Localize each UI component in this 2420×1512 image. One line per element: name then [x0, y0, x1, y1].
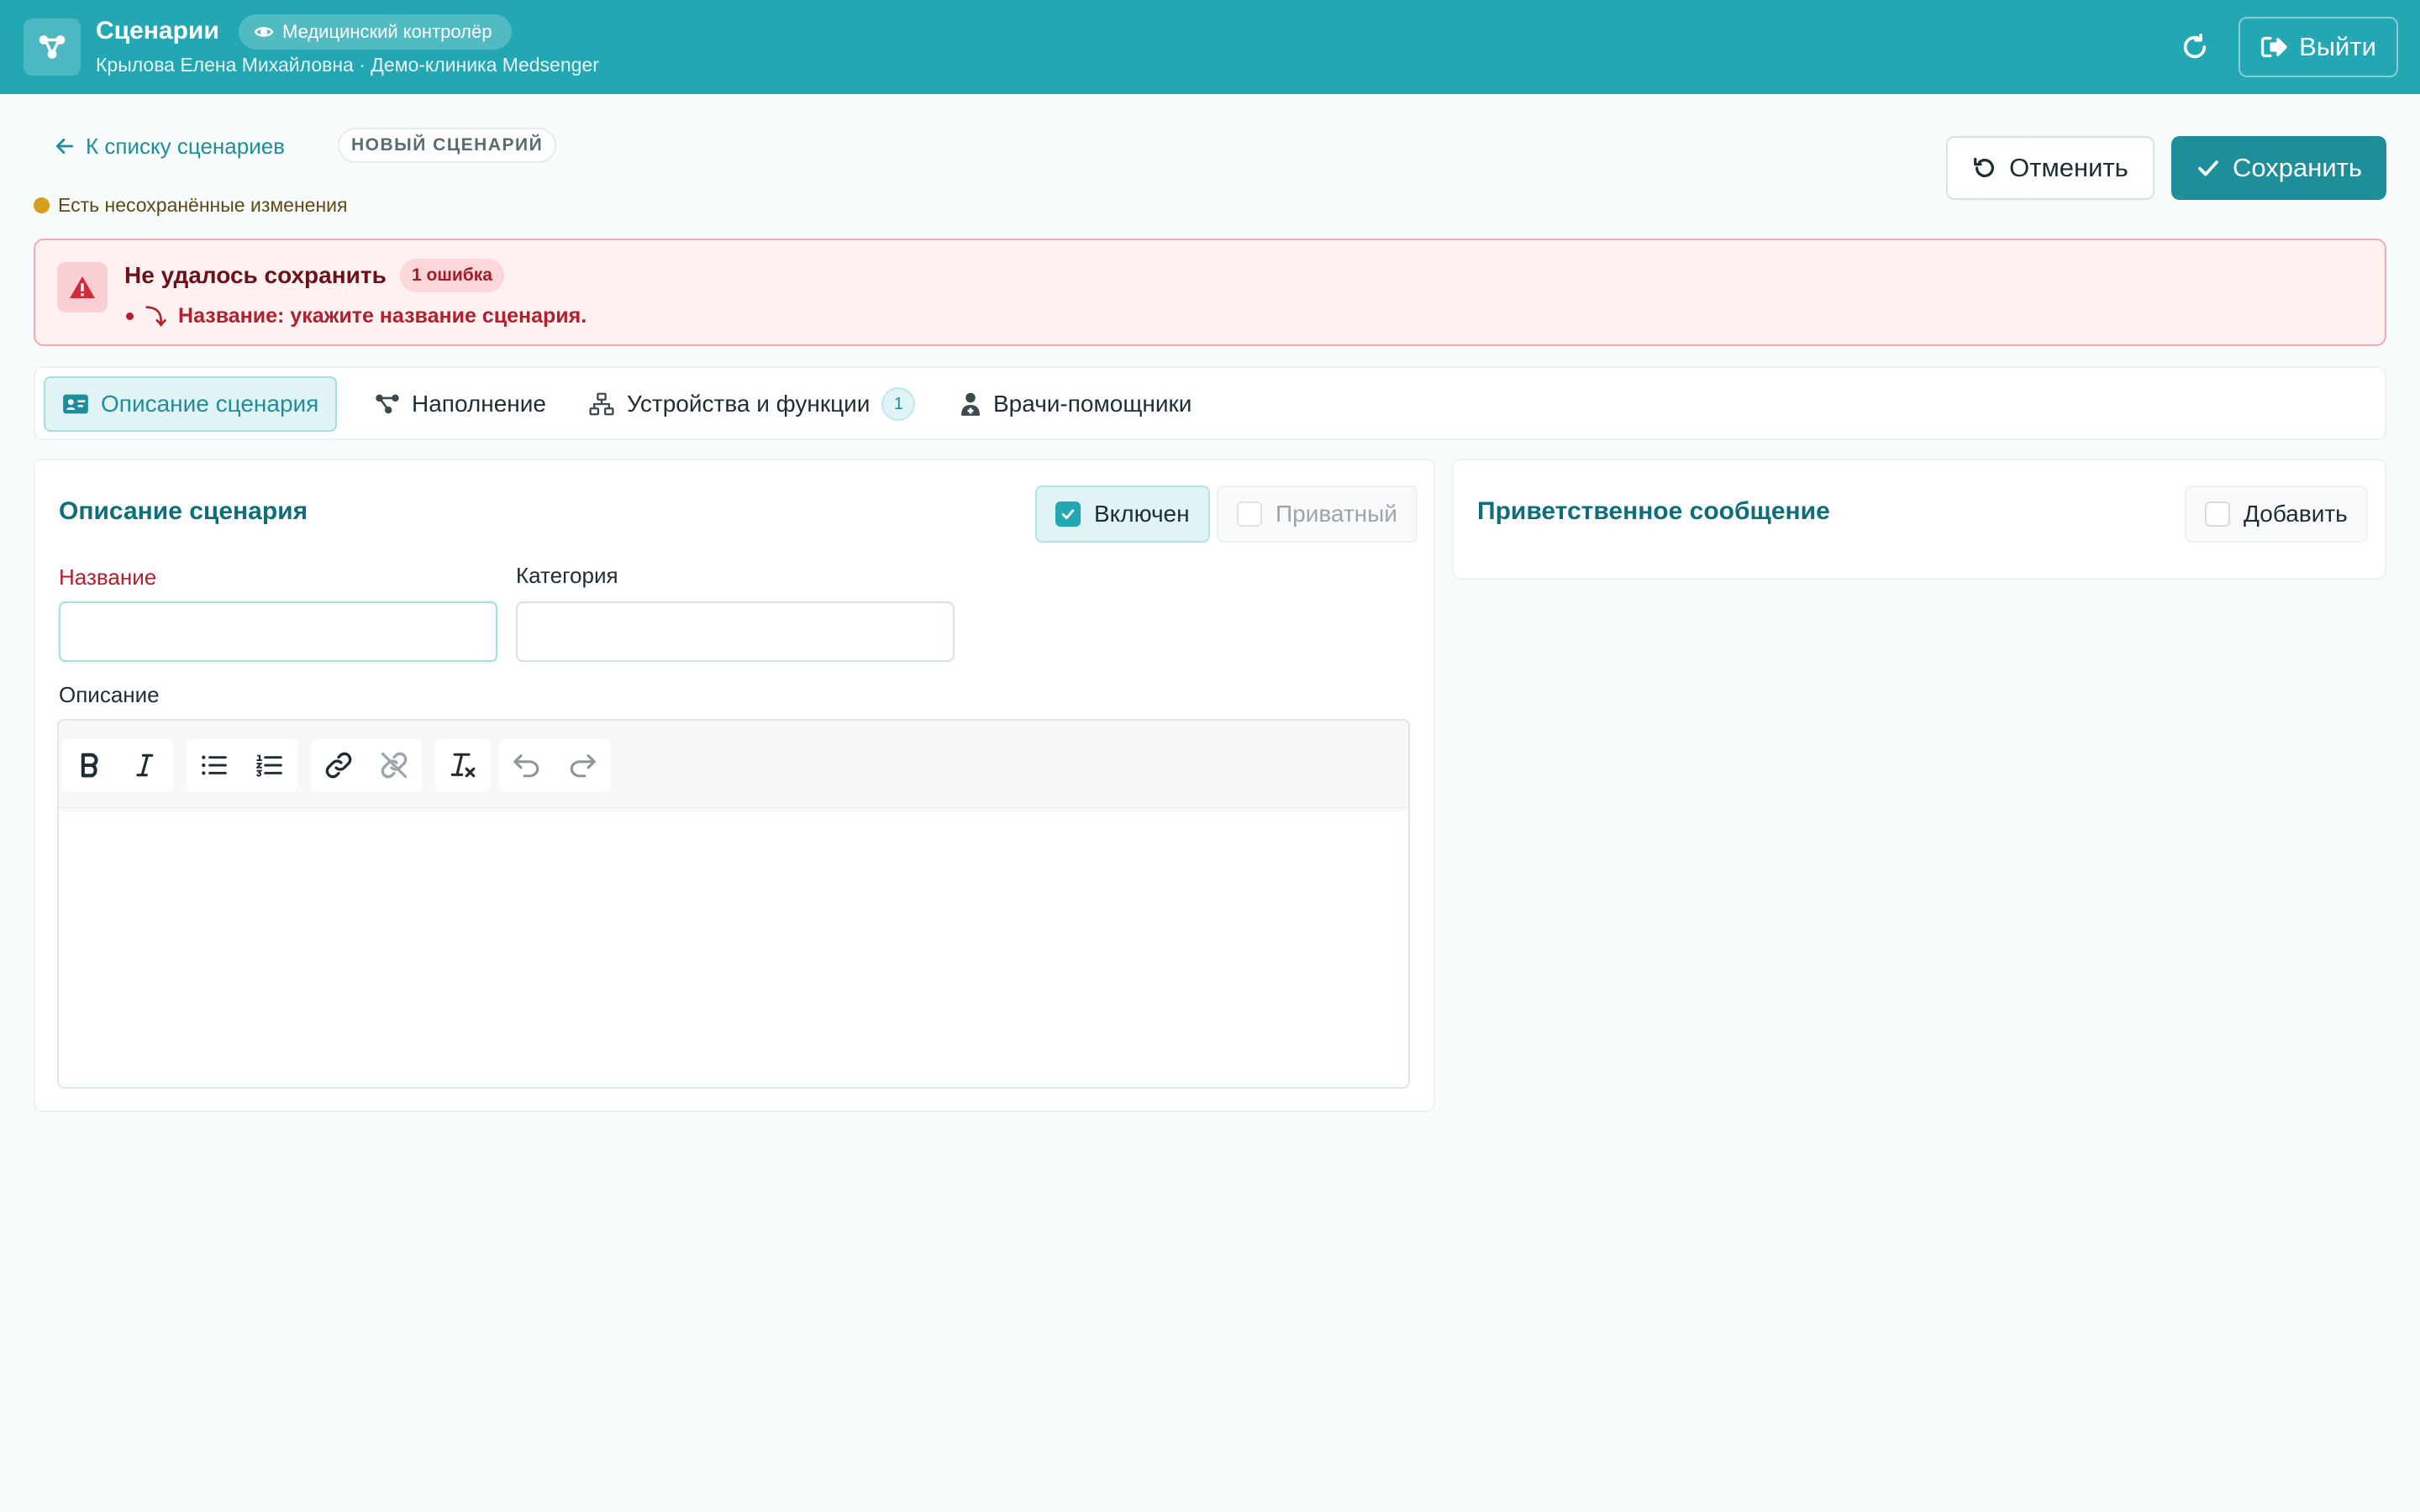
save-button-label: Сохранить [2232, 153, 2363, 182]
enabled-label: Включен [1094, 501, 1190, 527]
bold-button[interactable] [62, 739, 118, 791]
role-badge-label: Медицинский контролёр [282, 21, 492, 42]
tab-devices[interactable]: Устройства и функции 1 [571, 376, 932, 432]
editor-toolbar [59, 721, 1408, 808]
alert-triangle-icon [57, 262, 108, 312]
tab-content-label: Наполнение [412, 391, 546, 417]
editor-content-area[interactable] [59, 808, 1408, 1087]
logout-button[interactable]: Выйти [2238, 17, 2398, 77]
new-scenario-badge: НОВЫЙ СЦЕНАРИЙ [338, 128, 557, 163]
description-field-label: Описание [59, 682, 160, 707]
scenario-tabs: Описание сценария Наполнение Устройства … [34, 366, 2386, 440]
clear-format-button[interactable] [435, 739, 491, 791]
tab-assistant-doctors-label: Врачи-помощники [993, 391, 1192, 417]
private-label: Приватный [1276, 501, 1397, 527]
italic-button[interactable] [118, 739, 173, 791]
save-button[interactable]: Сохранить [2171, 136, 2386, 200]
checkbox-empty-icon [1237, 501, 1262, 527]
scenario-logo-icon[interactable] [24, 18, 81, 76]
role-badge: Медицинский контролёр [239, 14, 513, 50]
top-bar: Сценарии Медицинский контролёр Крылова Е… [0, 0, 2420, 94]
link-button[interactable] [311, 739, 366, 791]
bullet-list-icon [201, 753, 228, 777]
user-clinic-line: Крылова Елена Михайловна · Демо-клиника … [96, 54, 599, 76]
jump-arrow-icon: ⤵ [145, 306, 167, 329]
tab-assistant-doctors[interactable]: Врачи-помощники [943, 376, 1208, 432]
tab-description-label: Описание сценария [101, 391, 319, 417]
toolbar-format-group [62, 739, 173, 791]
doctor-icon [960, 391, 981, 417]
refresh-button[interactable] [2175, 27, 2215, 67]
bullet-icon [126, 312, 134, 320]
checkbox-empty-icon [2205, 501, 2230, 527]
tab-content[interactable]: Наполнение [358, 376, 563, 432]
error-item-text: Название: укажите название сценария. [178, 303, 587, 328]
error-list-item[interactable]: ⤵ Название: укажите название сценария. [126, 301, 587, 331]
redo-arrow-icon [568, 753, 597, 778]
toolbar-history-group [499, 739, 610, 791]
cancel-button-label: Отменить [2009, 153, 2128, 182]
redo-button[interactable] [555, 739, 610, 791]
bold-icon [78, 753, 102, 778]
link-icon [324, 750, 354, 780]
logout-icon [2260, 34, 2289, 60]
italic-icon [134, 753, 156, 778]
error-title: Не удалось сохранить [124, 262, 387, 288]
private-toggle[interactable]: Приватный [1217, 486, 1418, 543]
category-field-label: Категория [516, 563, 618, 588]
warning-dot-icon [34, 197, 50, 213]
toolbar-clear-group [435, 739, 491, 791]
name-field-label: Название [59, 564, 157, 590]
arrow-left-icon [54, 135, 76, 157]
undo-button[interactable] [499, 739, 555, 791]
toolbar-list-group [187, 739, 297, 791]
unlink-button[interactable] [366, 739, 422, 791]
id-card-icon [62, 393, 89, 415]
tab-description[interactable]: Описание сценария [44, 376, 338, 432]
category-input[interactable] [516, 601, 955, 662]
unlink-icon [379, 750, 409, 780]
sitemap-icon [588, 392, 615, 416]
enabled-toggle[interactable]: Включен [1035, 486, 1210, 543]
save-error-banner: Не удалось сохранить 1 ошибка ⤵ Название… [34, 239, 2386, 346]
bullet-list-button[interactable] [187, 739, 242, 791]
add-welcome-label: Добавить [2244, 501, 2348, 527]
tab-devices-count-badge: 1 [881, 387, 916, 421]
check-icon [2196, 155, 2221, 181]
name-input[interactable] [59, 601, 497, 662]
description-panel-title: Описание сценария [59, 497, 308, 525]
error-count-badge: 1 ошибка [400, 259, 504, 292]
numbered-list-icon [256, 753, 283, 777]
welcome-message-panel: Приветственное сообщение Добавить [1452, 459, 2386, 580]
unsaved-changes-text: Есть несохранённые изменения [58, 193, 348, 216]
description-editor [57, 719, 1410, 1089]
cancel-button[interactable]: Отменить [1946, 136, 2154, 200]
undo-icon [1972, 155, 1997, 181]
toolbar-link-group [311, 739, 422, 791]
clear-format-icon [449, 751, 477, 780]
nodes-icon [375, 393, 400, 415]
eye-icon [254, 22, 274, 42]
welcome-message-title: Приветственное сообщение [1477, 497, 1830, 525]
page-title: Сценарии [96, 17, 219, 45]
add-welcome-toggle[interactable]: Добавить [2185, 486, 2368, 543]
checkbox-checked-icon [1055, 501, 1081, 527]
unsaved-changes-indicator: Есть несохранённые изменения [34, 193, 347, 217]
numbered-list-button[interactable] [242, 739, 297, 791]
logout-label: Выйти [2299, 32, 2376, 61]
refresh-icon [2181, 33, 2209, 61]
back-link-label: К списку сценариев [86, 133, 285, 159]
tab-devices-label: Устройства и функции [627, 391, 871, 417]
back-to-list-link[interactable]: К списку сценариев [54, 131, 285, 161]
undo-arrow-icon [513, 753, 541, 778]
